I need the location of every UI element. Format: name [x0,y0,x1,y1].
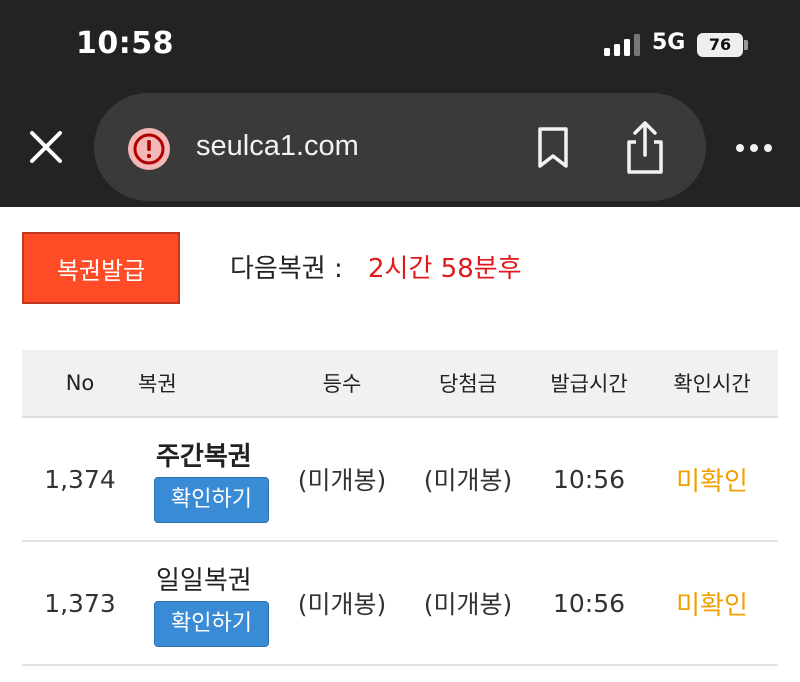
header-checked-time: 확인시간 [673,372,751,396]
share-icon[interactable] [624,120,666,176]
signal-icon [604,34,640,56]
alert-icon[interactable] [126,126,172,172]
header-issued-time: 발급시간 [550,372,628,396]
next-lottery-countdown: 2시간 58분후 [368,254,522,284]
row-rank: (미개봉) [297,590,387,619]
issue-lottery-button[interactable]: 복권발급 [22,232,180,304]
row-status: 미확인 [676,466,748,497]
network-type: 5G [652,30,686,55]
row-ticket: 주간복권 확인하기 [138,436,280,523]
bookmark-icon[interactable] [536,126,570,170]
url-text[interactable]: seulca1.com [196,130,359,163]
close-icon[interactable] [24,125,68,169]
row-ticket: 일일복권 확인하기 [138,560,280,647]
ticket-name: 주간복권 [156,441,252,472]
table-row: 1,374 주간복권 확인하기 (미개봉) (미개봉) 10:56 미확인 [22,418,778,542]
more-icon[interactable] [734,142,774,154]
row-issued-time: 10:56 [552,588,626,618]
ticket-name: 일일복권 [156,565,252,596]
row-status: 미확인 [676,590,748,621]
table-header: No 복권 등수 당첨금 발급시간 확인시간 [22,350,778,418]
address-bar[interactable] [94,93,706,201]
row-prize: (미개봉) [423,466,513,495]
row-no: 1,374 [44,464,116,494]
table-row: 1,373 일일복권 확인하기 (미개봉) (미개봉) 10:56 미확인 [22,542,778,666]
row-prize: (미개봉) [423,590,513,619]
confirm-button[interactable]: 확인하기 [154,476,269,523]
row-no: 1,373 [44,588,116,618]
header-ticket: 복권 [138,372,177,396]
confirm-button[interactable]: 확인하기 [154,600,269,647]
next-lottery-label: 다음복권 : [230,254,343,284]
row-rank: (미개봉) [297,466,387,495]
battery-icon [744,40,748,50]
header-rank: 등수 [322,372,362,396]
browser-chrome: 10:58 5G 76 seulca1.com [0,0,800,207]
lottery-table: No 복권 등수 당첨금 발급시간 확인시간 1,374 주간복권 확인하기 (… [22,350,778,666]
header-prize: 당첨금 [439,372,497,396]
row-issued-time: 10:56 [552,464,626,494]
status-time: 10:58 [76,26,174,61]
battery-level: 76 [697,33,743,57]
header-no: No [65,371,95,395]
